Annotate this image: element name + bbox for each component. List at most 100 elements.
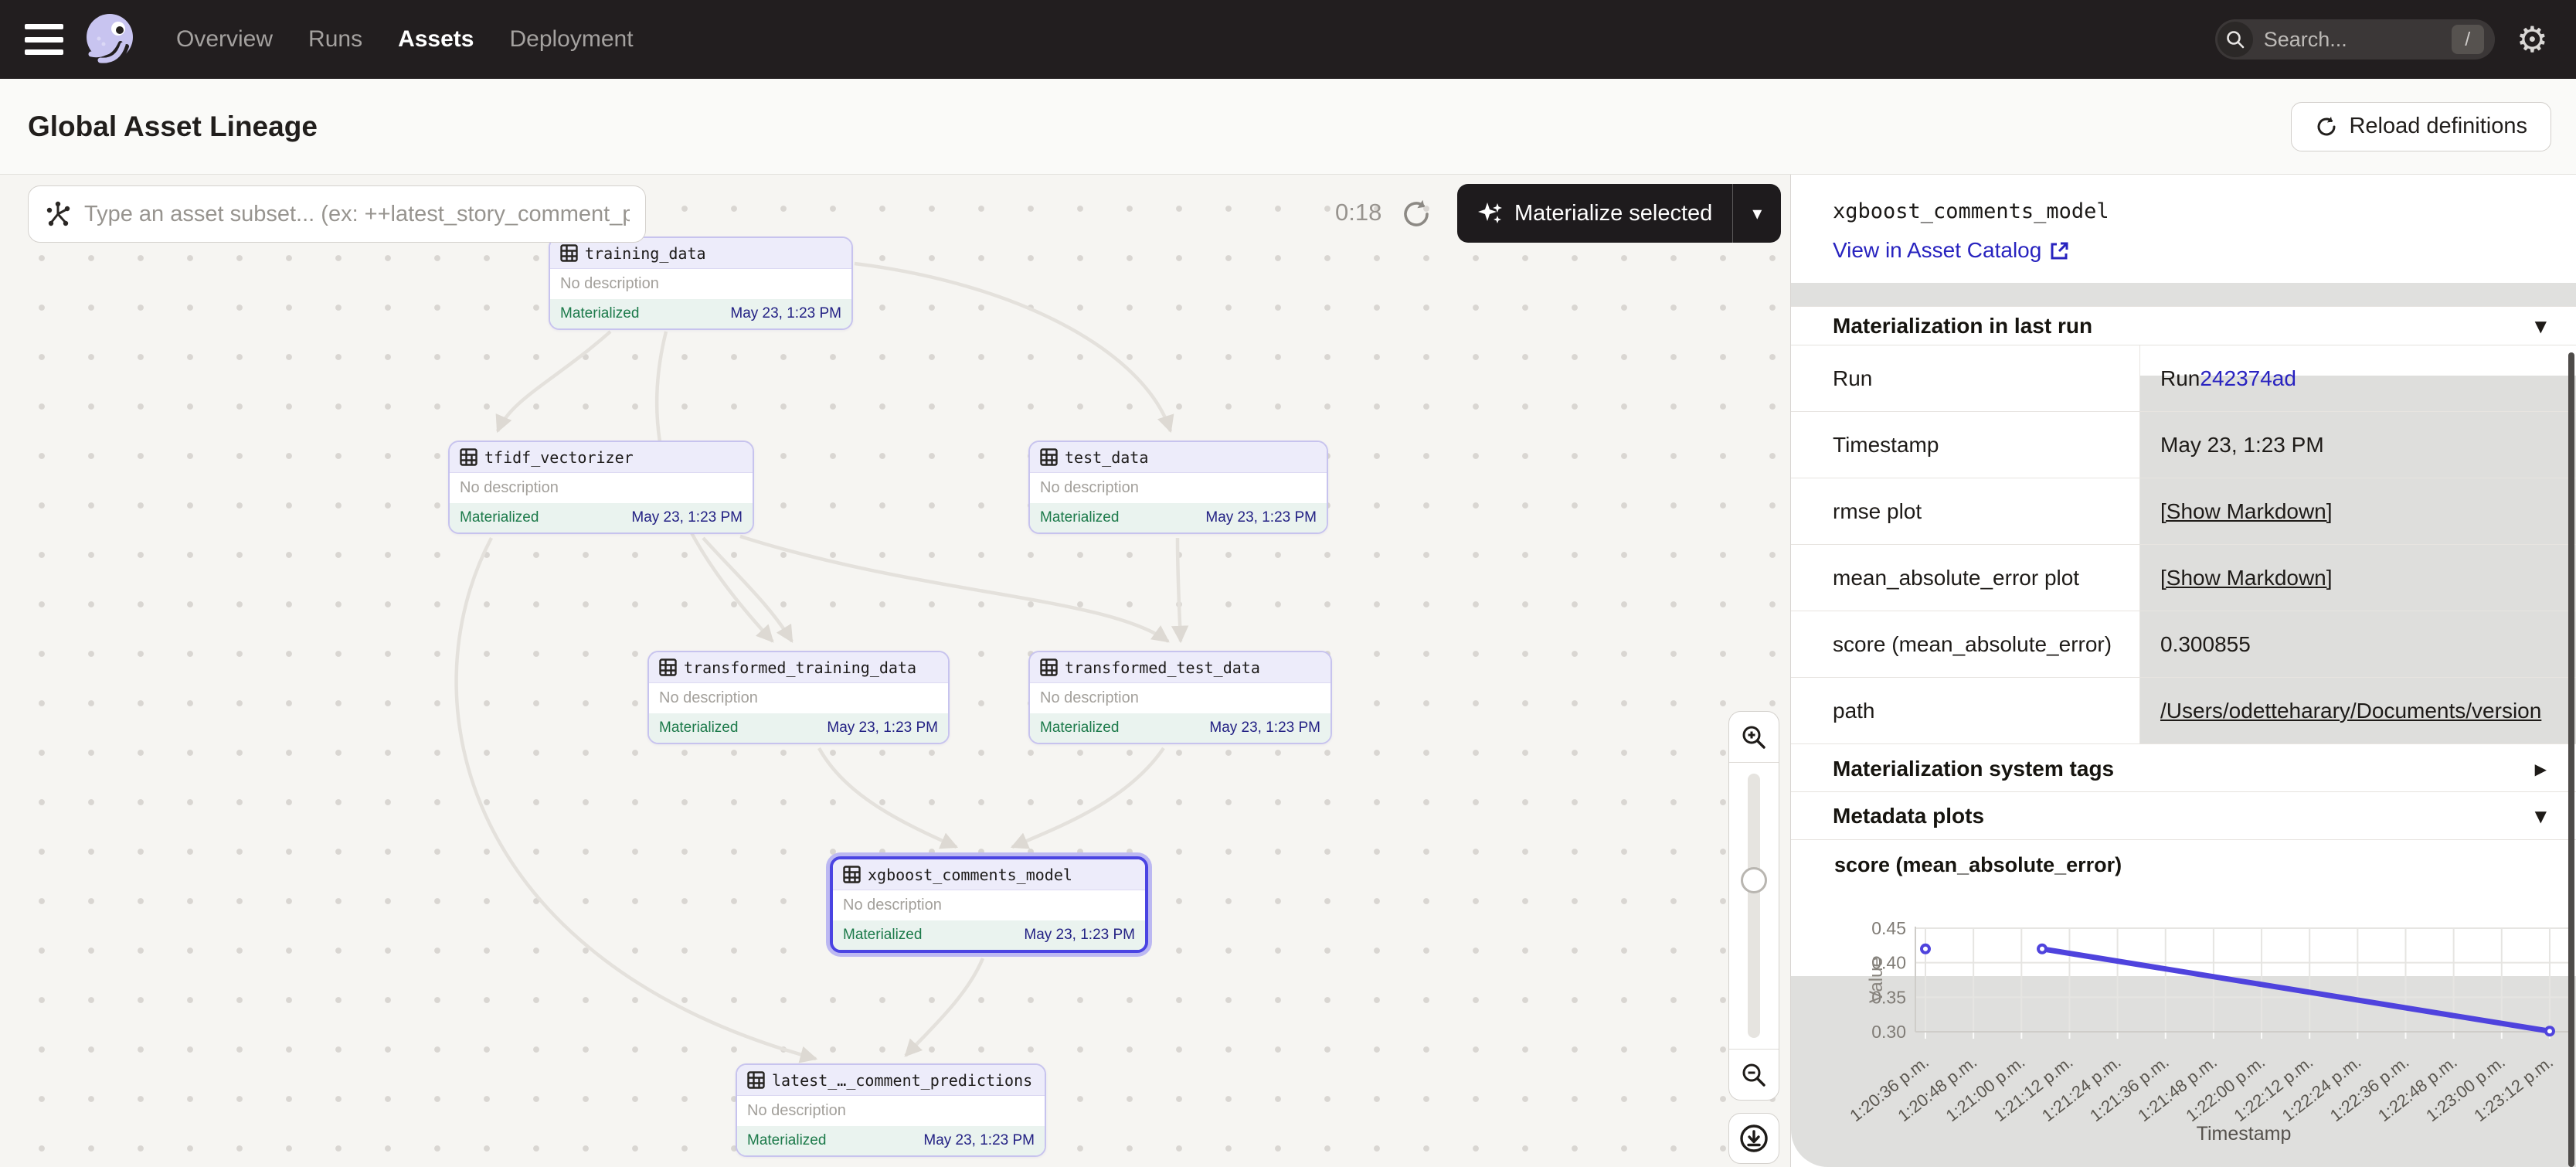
asset-description: No description xyxy=(550,269,851,299)
panel-scroll-shade xyxy=(1791,283,2576,306)
global-search[interactable]: Search... / xyxy=(2215,19,2495,60)
asset-name: training_data xyxy=(585,244,706,263)
asset-node-xgboost-comments-model[interactable]: xgboost_comments_model No description Ma… xyxy=(830,856,1148,953)
asset-date[interactable]: May 23, 1:23 PM xyxy=(923,1132,1035,1149)
dagster-app: Overview Runs Assets Deployment Search..… xyxy=(0,0,2576,1167)
chevron-down-icon[interactable]: ▼ xyxy=(2535,317,2547,335)
nav-item-overview[interactable]: Overview xyxy=(176,26,273,53)
reload-definitions-label: Reload definitions xyxy=(2349,114,2527,139)
chevron-right-icon[interactable]: ▶ xyxy=(2535,760,2547,778)
asset-status: Materialized xyxy=(747,1132,826,1149)
materialize-options-caret[interactable]: ▾ xyxy=(1733,184,1781,243)
asset-node-transformed-test-data[interactable]: transformed_test_data No description Mat… xyxy=(1028,651,1332,744)
asset-name: xgboost_comments_model xyxy=(868,866,1072,884)
asset-node-training-data[interactable]: training_data No description Materialize… xyxy=(549,236,853,330)
asset-description: No description xyxy=(1030,473,1327,503)
asset-status: Materialized xyxy=(843,927,922,944)
row-label: Run xyxy=(1791,345,2140,411)
asset-status: Materialized xyxy=(1040,509,1119,526)
asset-name: latest_…_comment_predictions xyxy=(772,1071,1032,1090)
row-value: [Show Markdown] xyxy=(2140,545,2576,611)
zoom-slider[interactable] xyxy=(1729,763,1779,1049)
search-shortcut-badge: / xyxy=(2452,25,2484,54)
refresh-graph-icon[interactable] xyxy=(1400,198,1432,230)
search-icon xyxy=(2217,22,2253,57)
asset-date[interactable]: May 23, 1:23 PM xyxy=(1209,720,1320,737)
asset-filter-input-wrap xyxy=(28,185,646,243)
asset-description: No description xyxy=(649,683,948,713)
asset-date[interactable]: May 23, 1:23 PM xyxy=(631,509,743,526)
row-value: Run 242374ad xyxy=(2140,345,2576,411)
settings-gear-icon[interactable]: ⚙ xyxy=(2517,22,2548,57)
asset-date[interactable]: May 23, 1:23 PM xyxy=(1205,509,1317,526)
refresh-icon xyxy=(2315,115,2338,138)
section-materialization-last-run[interactable]: Materialization in last run ▼ xyxy=(1791,306,2576,345)
dagster-logo-icon[interactable] xyxy=(80,9,141,70)
table-row: Timestamp May 23, 1:23 PM xyxy=(1791,412,2576,478)
zoom-out-button[interactable] xyxy=(1729,1049,1779,1100)
row-label: path xyxy=(1791,678,2140,743)
table-icon xyxy=(843,866,861,883)
nav-links: Overview Runs Assets Deployment xyxy=(176,26,634,53)
table-icon xyxy=(747,1071,765,1089)
asset-description: No description xyxy=(833,890,1145,920)
sparkle-icon xyxy=(1477,200,1504,226)
zoom-slider-track[interactable] xyxy=(1748,774,1760,1038)
table-icon xyxy=(460,448,477,466)
svg-text:Timestamp: Timestamp xyxy=(2197,1123,2292,1145)
download-icon xyxy=(1738,1123,1769,1154)
asset-subset-input[interactable] xyxy=(84,202,630,227)
refresh-timer: 0:18 xyxy=(1335,199,1381,226)
row-value: 0.300855 xyxy=(2140,611,2576,677)
section-metadata-plots[interactable]: Metadata plots ▼ xyxy=(1791,792,2576,840)
chevron-down-icon[interactable]: ▼ xyxy=(2535,807,2547,825)
metadata-table: Run Run 242374ad Timestamp May 23, 1:23 … xyxy=(1791,345,2576,744)
asset-node-latest-comment-predictions[interactable]: latest_…_comment_predictions No descript… xyxy=(736,1063,1046,1157)
run-id-link[interactable]: 242374ad xyxy=(2200,366,2296,391)
asset-node-tfidf-vectorizer[interactable]: tfidf_vectorizer No description Material… xyxy=(448,441,754,534)
path-link[interactable]: /Users/odetteharary/Documents/version xyxy=(2160,699,2541,723)
asset-date[interactable]: May 23, 1:23 PM xyxy=(827,720,938,737)
reload-definitions-button[interactable]: Reload definitions xyxy=(2291,102,2551,151)
recenter-download-button[interactable] xyxy=(1728,1113,1779,1164)
row-label: rmse plot xyxy=(1791,478,2140,544)
asset-name: test_data xyxy=(1065,448,1148,467)
view-in-asset-catalog-link[interactable]: View in Asset Catalog xyxy=(1833,238,2070,263)
asset-details-panel: xgboost_comments_model View in Asset Cat… xyxy=(1791,175,2576,1167)
asset-status: Materialized xyxy=(460,509,539,526)
row-value: [Show Markdown] xyxy=(2140,478,2576,544)
nav-item-deployment[interactable]: Deployment xyxy=(509,26,633,53)
materialize-selected-button[interactable]: Materialize selected xyxy=(1457,184,1732,243)
asset-node-test-data[interactable]: test_data No description Materialized May… xyxy=(1028,441,1328,534)
table-row: path /Users/odetteharary/Documents/versi… xyxy=(1791,678,2576,744)
zoom-controls xyxy=(1728,711,1779,1101)
menu-icon[interactable] xyxy=(25,24,63,55)
zoom-in-button[interactable] xyxy=(1729,712,1779,763)
section-materialization-system-tags[interactable]: Materialization system tags ▶ xyxy=(1791,746,2576,792)
table-row: score (mean_absolute_error) 0.300855 xyxy=(1791,611,2576,678)
table-row: Run Run 242374ad xyxy=(1791,345,2576,412)
row-label: score (mean_absolute_error) xyxy=(1791,611,2140,677)
asset-node-transformed-training-data[interactable]: transformed_training_data No description… xyxy=(647,651,950,744)
table-icon xyxy=(1040,448,1058,466)
svg-text:0.45: 0.45 xyxy=(1871,918,1906,938)
selected-asset-title: xgboost_comments_model xyxy=(1833,199,2109,223)
zoom-slider-handle[interactable] xyxy=(1741,867,1767,893)
op-selector-icon xyxy=(44,200,72,228)
table-icon xyxy=(1040,658,1058,676)
score-line-chart: 0.450.400.350.301:20:36 p.m.1:20:48 p.m.… xyxy=(1791,878,2576,1167)
row-value: /Users/odetteharary/Documents/version xyxy=(2140,678,2576,743)
show-markdown-link[interactable]: [Show Markdown] xyxy=(2160,566,2333,590)
asset-description: No description xyxy=(737,1096,1045,1126)
asset-graph-canvas[interactable]: training_data No description Materialize… xyxy=(0,175,1791,1167)
asset-date[interactable]: May 23, 1:23 PM xyxy=(730,305,841,322)
asset-name: transformed_training_data xyxy=(684,658,916,677)
asset-date[interactable]: May 23, 1:23 PM xyxy=(1024,927,1135,944)
panel-scrollbar-thumb[interactable] xyxy=(2568,352,2574,1167)
nav-item-assets[interactable]: Assets xyxy=(398,26,474,53)
page-title: Global Asset Lineage xyxy=(28,111,318,143)
svg-text:0.30: 0.30 xyxy=(1871,1022,1906,1042)
nav-item-runs[interactable]: Runs xyxy=(308,26,362,53)
table-row: rmse plot [Show Markdown] xyxy=(1791,478,2576,545)
show-markdown-link[interactable]: [Show Markdown] xyxy=(2160,499,2333,524)
